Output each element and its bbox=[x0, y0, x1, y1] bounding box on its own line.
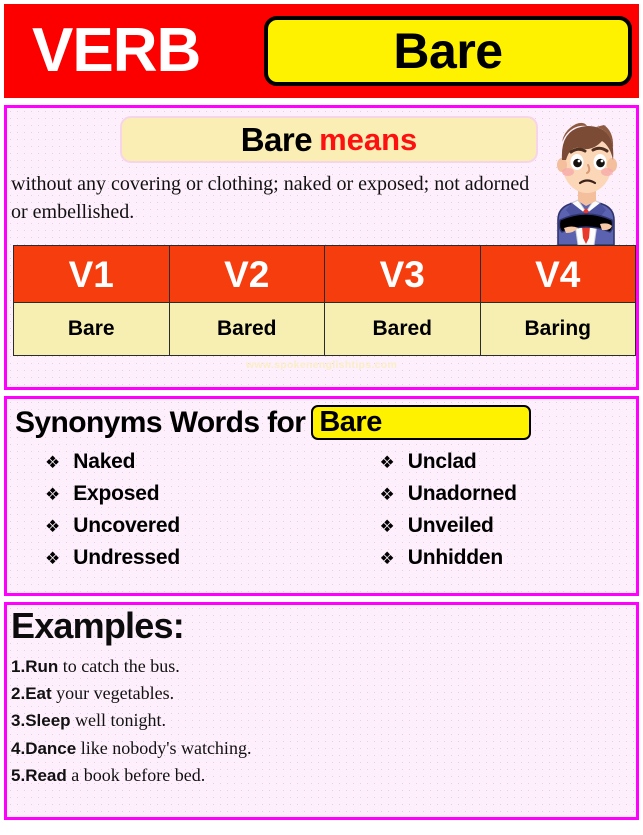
list-item: ❖ Naked bbox=[45, 451, 322, 483]
means-chip-word: Bare bbox=[240, 121, 313, 158]
example-verb: Read bbox=[25, 765, 67, 785]
category-label: VERB bbox=[32, 16, 201, 85]
diamond-bullet-icon: ❖ bbox=[379, 549, 395, 568]
table-header-row: V1 V2 V3 V4 bbox=[13, 245, 636, 303]
example-number: 2. bbox=[11, 684, 26, 704]
example-verb: Eat bbox=[25, 684, 52, 704]
list-item: ❖ Uncovered bbox=[45, 515, 322, 547]
diamond-bullet-icon: ❖ bbox=[379, 485, 395, 504]
examples-panel: Examples: 1.Run to catch the bus. 2.Eat … bbox=[4, 602, 639, 820]
example-number: 3. bbox=[11, 711, 26, 731]
synonym-label: Undressed bbox=[73, 546, 180, 569]
diamond-bullet-icon: ❖ bbox=[45, 453, 61, 472]
table-row: Bare Bared Bared Baring bbox=[13, 302, 636, 356]
example-verb: Sleep bbox=[25, 711, 71, 731]
list-item: 2.Eat your vegetables. bbox=[11, 680, 631, 707]
diamond-bullet-icon: ❖ bbox=[45, 517, 61, 536]
example-number: 1. bbox=[11, 657, 26, 676]
table-cell-v1: Bare bbox=[13, 302, 170, 356]
table-header-v2: V2 bbox=[168, 245, 325, 303]
meaning-panel: Bare means without any covering or cloth… bbox=[4, 105, 639, 390]
synonym-label: Unclad bbox=[407, 450, 477, 473]
synonyms-heading: Synonyms Words for Bare bbox=[15, 405, 532, 440]
synonyms-heading-label: Synonyms Words for bbox=[15, 405, 306, 439]
example-verb: Run bbox=[25, 657, 59, 676]
table-cell-v4: Baring bbox=[479, 302, 636, 356]
diamond-bullet-icon: ❖ bbox=[45, 549, 61, 568]
synonym-label: Unveiled bbox=[407, 514, 494, 537]
confused-man-icon bbox=[540, 108, 634, 245]
synonyms-panel: Synonyms Words for Bare ❖ Naked ❖ Expose… bbox=[4, 396, 639, 596]
list-item: ❖ Unadorned bbox=[380, 483, 637, 515]
watermark: www.spokenenglishtips.com bbox=[245, 359, 398, 371]
example-rest: your vegetables. bbox=[51, 683, 175, 704]
means-chip: Bare means bbox=[120, 116, 538, 163]
synonyms-right-column: ❖ Unclad ❖ Unadorned ❖ Unveiled ❖ Unhidd… bbox=[322, 451, 637, 579]
synonym-label: Unadorned bbox=[407, 482, 517, 505]
synonym-label: Naked bbox=[73, 450, 136, 473]
synonym-label: Unhidden bbox=[407, 546, 503, 569]
examples-list: 1.Run to catch the bus. 2.Eat your veget… bbox=[11, 653, 631, 789]
word-title-text: Bare bbox=[393, 23, 503, 79]
example-verb: Dance bbox=[25, 738, 77, 758]
list-item: ❖ Unveiled bbox=[380, 515, 637, 547]
table-cell-v2: Bared bbox=[168, 302, 325, 356]
list-item: 1.Run to catch the bus. bbox=[11, 653, 631, 680]
diamond-bullet-icon: ❖ bbox=[45, 485, 61, 504]
table-header-v3: V3 bbox=[324, 245, 481, 303]
synonym-label: Uncovered bbox=[73, 514, 180, 537]
header-banner: VERB Bare bbox=[4, 4, 639, 98]
synonyms-word-chip-text: Bare bbox=[319, 406, 382, 438]
examples-title: Examples: bbox=[11, 605, 185, 646]
list-item: ❖ Undressed bbox=[45, 547, 322, 579]
synonyms-left-column: ❖ Naked ❖ Exposed ❖ Uncovered ❖ Undresse… bbox=[7, 451, 322, 579]
synonyms-word-chip: Bare bbox=[311, 405, 532, 440]
example-number: 4. bbox=[11, 738, 26, 758]
synonym-label: Exposed bbox=[73, 482, 160, 505]
verb-forms-table: V1 V2 V3 V4 Bare Bared Bared Baring bbox=[13, 245, 636, 356]
diamond-bullet-icon: ❖ bbox=[379, 517, 395, 536]
list-item: ❖ Unclad bbox=[380, 451, 637, 483]
example-rest: a book before bed. bbox=[66, 764, 206, 785]
list-item: 3.Sleep well tonight. bbox=[11, 707, 631, 734]
synonyms-columns: ❖ Naked ❖ Exposed ❖ Uncovered ❖ Undresse… bbox=[7, 451, 636, 579]
example-number: 5. bbox=[11, 765, 26, 785]
table-header-v4: V4 bbox=[479, 245, 636, 303]
list-item: ❖ Unhidden bbox=[380, 547, 637, 579]
list-item: ❖ Exposed bbox=[45, 483, 322, 515]
example-rest: well tonight. bbox=[70, 710, 167, 731]
example-rest: like nobody's watching. bbox=[76, 737, 252, 758]
word-title-chip: Bare bbox=[264, 16, 632, 86]
table-cell-v3: Bared bbox=[324, 302, 481, 356]
list-item: 4.Dance like nobody's watching. bbox=[11, 735, 631, 762]
diamond-bullet-icon: ❖ bbox=[379, 453, 395, 472]
infographic-page: VERB Bare Bare means without any coverin… bbox=[0, 0, 643, 835]
table-header-v1: V1 bbox=[13, 245, 170, 303]
definition-text: without any covering or clothing; naked … bbox=[11, 173, 530, 224]
means-chip-label: means bbox=[319, 122, 418, 157]
example-rest: to catch the bus. bbox=[58, 656, 180, 676]
list-item: 5.Read a book before bed. bbox=[11, 762, 631, 789]
